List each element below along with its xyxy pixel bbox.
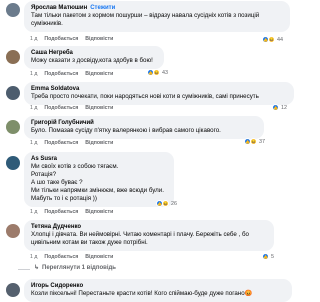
view-replies-label[interactable]: Переглянути 1 відповідь bbox=[42, 265, 116, 271]
reaction-count[interactable]: 👍 12 bbox=[272, 104, 287, 111]
comment-bubble: Тетяна Дудченко Хлопці і дівчата. Ви ней… bbox=[24, 220, 274, 251]
comment-author[interactable]: Григорій Голубничий bbox=[31, 119, 257, 127]
comment-actions: 1 д Подобається Відповісти bbox=[30, 36, 120, 43]
comment-text: Можу сказати з досвіду,кота здобув в бою… bbox=[31, 57, 153, 64]
view-replies-link[interactable]: ↳ Переглянути 1 відповідь bbox=[34, 265, 123, 272]
comment-bubble: Саша Негреба Можу сказати з досвіду,кота… bbox=[24, 46, 164, 69]
comment-bubble: As Susra Ми своїх котів з собою тягаєм. … bbox=[24, 152, 174, 207]
avatar[interactable] bbox=[6, 86, 20, 100]
reaction-number: 26 bbox=[171, 200, 177, 207]
reply-button[interactable]: Відповісти bbox=[85, 209, 113, 215]
like-button[interactable]: Подобається bbox=[44, 36, 78, 42]
reaction-count[interactable]: 👍 😆 37 bbox=[244, 138, 265, 145]
like-button[interactable]: Подобається bbox=[44, 209, 78, 215]
reaction-number: 5 bbox=[271, 253, 274, 260]
follow-button[interactable]: Стежити bbox=[90, 5, 115, 11]
reaction-count[interactable]: 👍 5 bbox=[262, 253, 274, 260]
comment-line: А шо таке буває ? bbox=[31, 179, 83, 186]
comment-actions: 1 д Подобається Відповісти bbox=[30, 209, 120, 216]
reply-connector bbox=[18, 269, 30, 270]
comment-line: Ротація? bbox=[31, 171, 57, 178]
comment-author[interactable]: Саша Негреба bbox=[31, 49, 157, 57]
comment-age[interactable]: 1 д bbox=[30, 36, 37, 42]
reaction-count[interactable]: 👍 😆 44 bbox=[262, 36, 283, 43]
comment-author[interactable]: As Susra bbox=[31, 155, 167, 163]
comment-age[interactable]: 1 д bbox=[30, 140, 37, 146]
haha-icon: 😆 bbox=[268, 36, 275, 43]
like-icon: 👍 bbox=[262, 253, 269, 260]
reaction-number: 12 bbox=[281, 104, 287, 111]
comment-actions: 1 д Подобається Відповісти bbox=[30, 254, 120, 261]
comment-line: Ми тільки напрямки змінюєм, вже всюди бу… bbox=[31, 187, 164, 194]
reply-button[interactable]: Відповісти bbox=[85, 36, 113, 42]
reply-button[interactable]: Відповісти bbox=[85, 105, 113, 111]
haha-icon: 😆 bbox=[250, 138, 257, 145]
comment-text: Там тільки пакетом з кормом пошурши – ві… bbox=[31, 12, 260, 27]
like-icon: 👍 bbox=[272, 104, 279, 111]
comment-age[interactable]: 1 д bbox=[30, 254, 37, 260]
avatar[interactable] bbox=[6, 3, 20, 17]
comment-line: Мабуть то і є ротація )) bbox=[31, 195, 97, 202]
comment-age[interactable]: 1 д bbox=[30, 209, 37, 215]
like-button[interactable]: Подобається bbox=[44, 71, 78, 77]
comment-text: Козли пiксельнi! Перестаньте красти котi… bbox=[31, 290, 253, 297]
comment-bubble: Григорій Голубничий Було. Помазав сусіду… bbox=[24, 116, 264, 139]
comment-bubble: Emma Soldatova Треба просто почекати, по… bbox=[24, 82, 294, 105]
comment-bubble: Ярослав Матюшин Стежити Там тільки пакето… bbox=[24, 1, 290, 32]
reply-button[interactable]: Відповісти bbox=[85, 140, 113, 146]
like-button[interactable]: Подобається bbox=[44, 105, 78, 111]
reaction-number: 43 bbox=[162, 69, 168, 76]
reaction-number: 37 bbox=[259, 138, 265, 145]
comment-text: Було. Помазав сусіду п'ятку валерянкою і… bbox=[31, 127, 221, 134]
comment-author[interactable]: Игорь Сидоренко bbox=[31, 282, 285, 290]
comment-author[interactable]: Тетяна Дудченко bbox=[31, 223, 267, 231]
comment-actions: 1 д Подобається Відповісти bbox=[30, 105, 120, 112]
comment-actions: 1 д Подобається Відповісти bbox=[30, 71, 120, 78]
avatar[interactable] bbox=[6, 50, 20, 64]
comment-text: Хлопці і дівчата. Ви неймовірні. Читаю к… bbox=[31, 231, 249, 246]
like-button[interactable]: Подобається bbox=[44, 254, 78, 260]
haha-icon: 😆 bbox=[162, 200, 169, 207]
comment-actions: 1 д Подобається Відповісти bbox=[30, 140, 120, 147]
comment-age[interactable]: 1 д bbox=[30, 105, 37, 111]
comment-author[interactable]: Ярослав Матюшин bbox=[31, 5, 87, 11]
comment-line: Ми своїх котів з собою тягаєм. bbox=[31, 163, 119, 170]
avatar[interactable] bbox=[6, 224, 20, 238]
reaction-count[interactable]: 👍 😆 43 bbox=[147, 69, 168, 76]
like-button[interactable]: Подобається bbox=[44, 140, 78, 146]
haha-icon: 😆 bbox=[153, 69, 160, 76]
reply-button[interactable]: Відповісти bbox=[85, 71, 113, 77]
reply-button[interactable]: Відповісти bbox=[85, 254, 113, 260]
reaction-count[interactable]: 👍 😆 26 bbox=[156, 200, 177, 207]
reaction-number: 44 bbox=[277, 36, 283, 43]
comment-bubble: Игорь Сидоренко Козли пiксельнi! Переста… bbox=[24, 279, 292, 302]
comment-author[interactable]: Emma Soldatova bbox=[31, 85, 287, 93]
avatar[interactable] bbox=[6, 156, 20, 170]
reply-arrow-icon: ↳ bbox=[34, 265, 40, 271]
comment-age[interactable]: 1 д bbox=[30, 71, 37, 77]
comment-text: Треба просто почекати, поки народяться н… bbox=[31, 93, 259, 100]
avatar[interactable] bbox=[6, 120, 20, 134]
avatar[interactable] bbox=[6, 283, 20, 297]
